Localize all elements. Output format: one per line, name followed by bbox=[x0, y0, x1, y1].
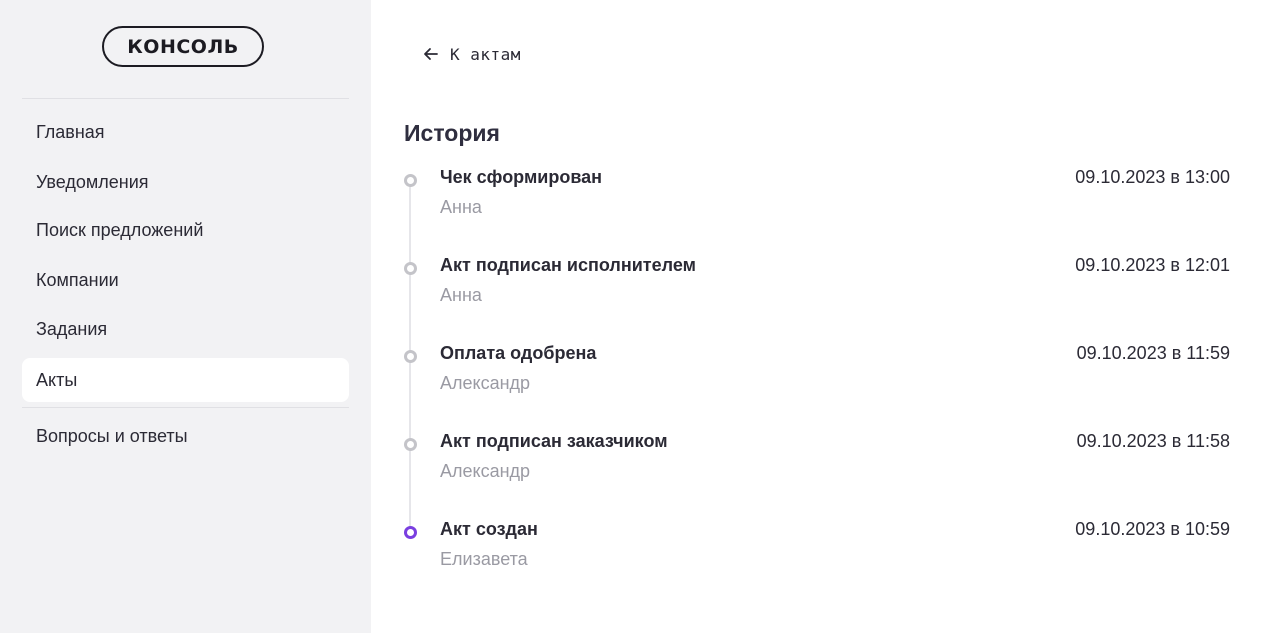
sidebar-item-label: Поиск предложений bbox=[36, 219, 204, 240]
sidebar-item-offer-search[interactable]: Поиск предложений bbox=[22, 208, 349, 252]
event-title: Акт подписан заказчиком bbox=[440, 431, 668, 451]
timeline-dot-icon bbox=[404, 438, 417, 451]
sidebar-divider-top bbox=[22, 98, 349, 99]
event-datetime: 09.10.2023 в 10:59 bbox=[1075, 519, 1230, 539]
sidebar-item-notifications[interactable]: Уведомления bbox=[22, 160, 349, 204]
event-author: Александр bbox=[440, 373, 531, 393]
back-to-acts-link[interactable]: К актам bbox=[422, 41, 521, 67]
sidebar-item-companies[interactable]: Компании bbox=[22, 258, 349, 302]
sidebar: КОНСОЛЬ Главная Уведомления Поиск предло… bbox=[0, 0, 371, 633]
history-event: Акт подписан исполнителем 09.10.2023 в 1… bbox=[402, 255, 1230, 315]
event-title: Оплата одобрена bbox=[440, 343, 597, 363]
event-datetime: 09.10.2023 в 12:01 bbox=[1075, 255, 1230, 275]
event-datetime: 09.10.2023 в 11:58 bbox=[1076, 431, 1230, 451]
sidebar-item-label: Уведомления bbox=[36, 171, 149, 192]
timeline-dot-icon bbox=[404, 350, 417, 363]
history-event: Акт подписан заказчиком 09.10.2023 в 11:… bbox=[402, 431, 1230, 491]
sidebar-item-acts[interactable]: Акты bbox=[22, 358, 349, 402]
event-datetime: 09.10.2023 в 13:00 bbox=[1075, 167, 1230, 187]
event-datetime: 09.10.2023 в 11:59 bbox=[1076, 343, 1230, 363]
logo[interactable]: КОНСОЛЬ bbox=[102, 26, 264, 67]
event-title: Акт подписан исполнителем bbox=[440, 255, 696, 275]
history-event: Чек сформирован 09.10.2023 в 13:00 Анна bbox=[402, 167, 1230, 227]
history-event: Акт создан 09.10.2023 в 10:59 Елизавета bbox=[402, 519, 1230, 579]
app-root: КОНСОЛЬ Главная Уведомления Поиск предло… bbox=[0, 0, 1286, 633]
event-author: Елизавета bbox=[440, 549, 528, 569]
sidebar-item-home[interactable]: Главная bbox=[22, 110, 349, 154]
sidebar-divider-bottom bbox=[22, 407, 349, 408]
arrow-left-icon bbox=[424, 48, 438, 60]
history-title: История bbox=[404, 120, 500, 146]
sidebar-item-tasks[interactable]: Задания bbox=[22, 307, 349, 351]
event-author: Анна bbox=[440, 197, 482, 217]
sidebar-item-label: Главная bbox=[36, 121, 105, 142]
event-author: Анна bbox=[440, 285, 482, 305]
timeline-dot-current-icon bbox=[404, 526, 417, 539]
event-author: Александр bbox=[440, 461, 531, 481]
timeline-dot-icon bbox=[404, 262, 417, 275]
timeline-dot-icon bbox=[404, 174, 417, 187]
sidebar-item-label: Задания bbox=[36, 318, 108, 339]
back-link-label: К актам bbox=[450, 44, 521, 64]
sidebar-item-label: Компании bbox=[36, 269, 119, 290]
history-event: Оплата одобрена 09.10.2023 в 11:59 Алекс… bbox=[402, 343, 1230, 403]
event-title: Чек сформирован bbox=[440, 167, 603, 187]
event-title: Акт создан bbox=[440, 519, 538, 539]
sidebar-item-label: Вопросы и ответы bbox=[36, 425, 188, 446]
sidebar-item-label: Акты bbox=[36, 369, 78, 390]
sidebar-item-faq[interactable]: Вопросы и ответы bbox=[22, 414, 349, 458]
